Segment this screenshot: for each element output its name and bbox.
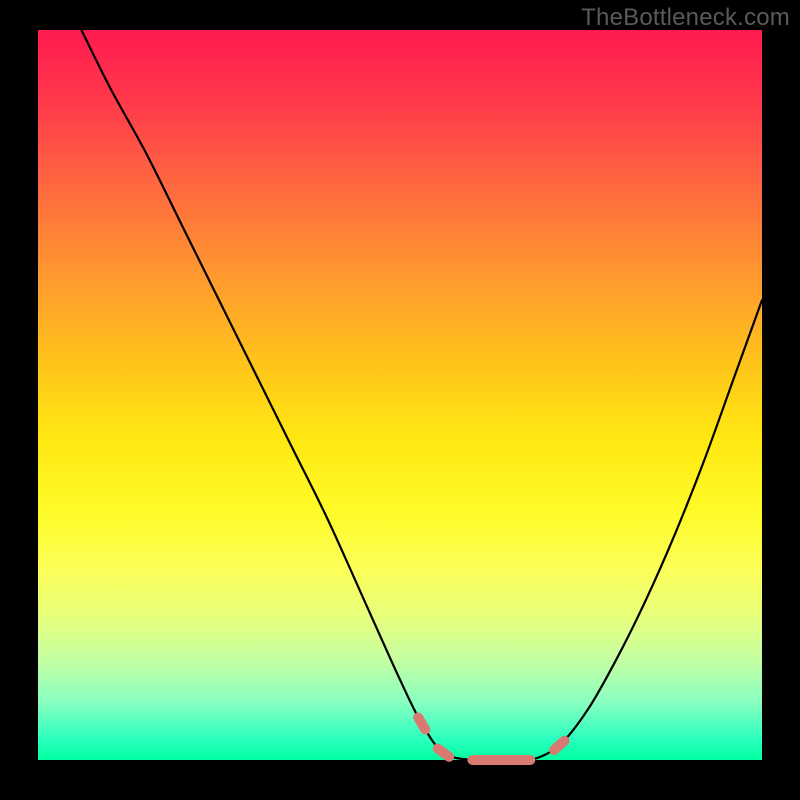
chart-plot-area [38,30,762,760]
marker-dot [438,749,449,757]
chart-svg [38,30,762,760]
bottleneck-curve [81,30,762,761]
marker-dot [554,741,564,750]
curve-markers [418,717,564,760]
marker-dot [418,717,425,729]
watermark-text: TheBottleneck.com [581,4,790,32]
